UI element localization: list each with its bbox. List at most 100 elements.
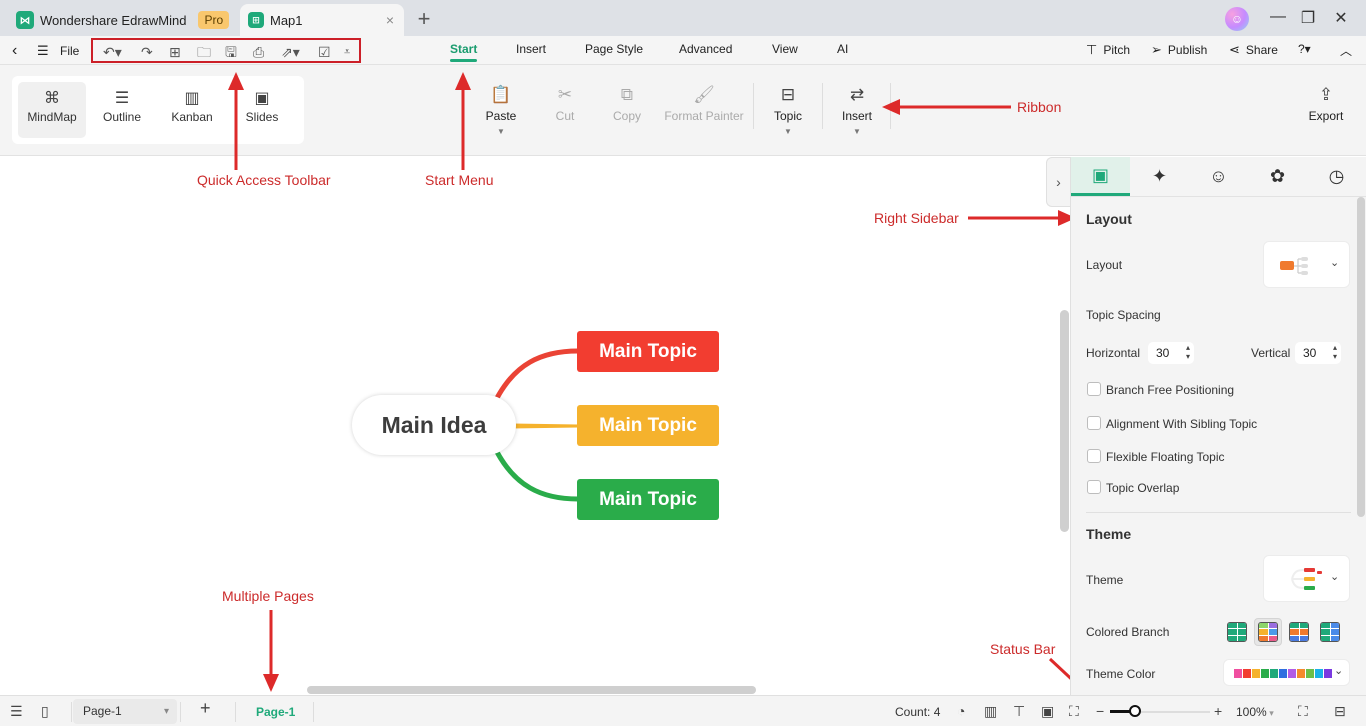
pro-badge: Pro xyxy=(198,11,230,29)
zoom-out-button[interactable]: − xyxy=(1096,703,1104,719)
pitch-button[interactable]: ⊤ Pitch xyxy=(1086,42,1130,58)
page-panel-icon[interactable]: ▯ xyxy=(41,703,49,719)
topic-button[interactable]: ⊟ Topic ▼ xyxy=(771,85,805,136)
colored-branch-option[interactable] xyxy=(1316,618,1344,646)
collapse-ribbon-icon[interactable]: ︿ xyxy=(1340,42,1352,59)
tab-ai[interactable]: AI xyxy=(837,42,848,56)
zoom-level-dropdown[interactable]: 100% ▾ xyxy=(1236,704,1274,721)
user-avatar-icon[interactable]: ☺ xyxy=(1225,7,1249,31)
paste-dropdown-icon[interactable]: ▼ xyxy=(484,127,518,136)
slides-view-button[interactable]: ▣ Slides xyxy=(228,82,296,138)
zoom-slider[interactable] xyxy=(1110,705,1210,717)
book-view-icon[interactable]: ▥ xyxy=(984,703,997,719)
colored-branch-option[interactable] xyxy=(1223,618,1251,646)
horizontal-spacing-stepper[interactable]: 30 xyxy=(1148,342,1194,364)
fit-page-icon[interactable]: ▣ xyxy=(1041,703,1054,719)
alignment-sibling-checkbox[interactable] xyxy=(1087,416,1101,430)
mindmap-canvas[interactable] xyxy=(0,157,1070,695)
task-icon[interactable]: ☑ xyxy=(318,44,331,60)
publish-button[interactable]: ➢ Publish xyxy=(1151,42,1207,58)
close-tab-icon[interactable]: × xyxy=(386,12,394,28)
help-icon[interactable]: ?▾ xyxy=(1298,42,1311,56)
copy-button[interactable]: ⧉ Copy xyxy=(610,85,644,123)
new-file-icon[interactable]: ⊞ xyxy=(169,44,181,60)
app-tab[interactable]: ⋈ Wondershare EdrawMind Pro xyxy=(8,4,230,36)
kanban-view-button[interactable]: ▥ Kanban xyxy=(158,82,226,138)
customize-toolbar-icon[interactable]: ⩡ xyxy=(344,44,350,60)
tab-insert[interactable]: Insert xyxy=(516,42,546,56)
annotation-ribbon: Ribbon xyxy=(1017,99,1062,115)
zoom-slider-handle[interactable] xyxy=(1129,705,1141,717)
insert-dropdown-icon[interactable]: ▼ xyxy=(839,127,875,136)
theme-mode-icon[interactable]: ◔ xyxy=(957,703,965,719)
cut-button[interactable]: ✂ Cut xyxy=(550,85,580,123)
colored-branch-option[interactable] xyxy=(1285,618,1313,646)
redo-icon[interactable]: ↷ xyxy=(141,44,153,60)
fullscreen-icon[interactable]: ⛶ xyxy=(1298,703,1308,719)
tab-advanced[interactable]: Advanced xyxy=(679,42,732,56)
annotation-right-sidebar: Right Sidebar xyxy=(874,210,959,226)
chevron-down-icon: ⌄ xyxy=(1334,665,1344,677)
paste-button[interactable]: 📋 Paste ▼ xyxy=(484,85,518,136)
open-folder-icon[interactable]: 🗀 xyxy=(197,44,211,60)
outline-pane-icon[interactable]: ☰ xyxy=(10,703,23,719)
export-icon[interactable]: ⇗▾ xyxy=(281,44,300,60)
tab-start[interactable]: Start xyxy=(450,42,478,62)
document-tab[interactable]: ⊞ Map1 × xyxy=(240,4,404,36)
topic-overlap-checkbox[interactable] xyxy=(1087,480,1101,494)
mark-icon[interactable]: ☺ xyxy=(1189,157,1248,196)
close-window-button[interactable]: ✕ xyxy=(1331,8,1351,28)
add-page-button[interactable]: + xyxy=(200,699,211,717)
layout-section-title: Layout xyxy=(1086,211,1132,227)
layout-dropdown[interactable]: ⌄ xyxy=(1263,241,1350,288)
sidebar-scrollbar[interactable] xyxy=(1357,197,1365,517)
hamburger-menu-icon[interactable]: ☰ xyxy=(37,42,49,60)
colored-branch-label: Colored Branch xyxy=(1086,625,1170,639)
insert-button[interactable]: ⇄ Insert ▼ xyxy=(839,85,875,136)
page-tab-active[interactable]: Page-1 xyxy=(256,704,295,720)
annotation-quick-access-toolbar: Quick Access Toolbar xyxy=(197,172,331,188)
clipart-icon[interactable]: ✿ xyxy=(1248,157,1307,196)
save-icon[interactable]: 🖫 xyxy=(225,44,237,60)
branch-free-positioning-checkbox[interactable] xyxy=(1087,382,1101,396)
pitch-label: Pitch xyxy=(1103,43,1131,57)
fit-width-icon[interactable]: ⊟ xyxy=(1334,703,1346,719)
theme-color-swatch xyxy=(1297,669,1305,678)
theme-dropdown[interactable]: ⌄ xyxy=(1263,555,1350,602)
main-topic-node[interactable]: Main Topic xyxy=(577,331,719,372)
restore-button[interactable]: ❐ xyxy=(1298,8,1318,28)
mindmap-view-button[interactable]: ⌘ MindMap xyxy=(18,82,86,138)
ribbon: ⌘ MindMap ☰ Outline ▥ Kanban ▣ Slides 📋 … xyxy=(0,65,1366,156)
collapse-sidebar-button[interactable]: › xyxy=(1046,157,1070,207)
export-button[interactable]: ⇪ Export xyxy=(1305,85,1347,123)
tab-view[interactable]: View xyxy=(772,42,798,56)
topic-dropdown-icon[interactable]: ▼ xyxy=(771,127,805,136)
flexible-floating-checkbox[interactable] xyxy=(1087,449,1101,463)
canvas-vertical-scrollbar[interactable] xyxy=(1060,310,1069,532)
vertical-spacing-stepper[interactable]: 30 xyxy=(1295,342,1341,364)
outline-view-button[interactable]: ☰ Outline xyxy=(88,82,156,138)
print-icon[interactable]: ⎙ xyxy=(253,44,264,60)
main-topic-node[interactable]: Main Topic xyxy=(577,405,719,446)
colored-branch-option-selected[interactable] xyxy=(1254,618,1282,646)
fullscreen-fit-icon[interactable]: ⛶ xyxy=(1069,703,1079,719)
format-painter-button[interactable]: 🖌 Format Painter xyxy=(664,85,744,123)
layout-panel-icon[interactable]: ▣ xyxy=(1071,157,1130,196)
file-menu[interactable]: File xyxy=(60,42,79,60)
back-icon[interactable]: ‹ xyxy=(12,42,17,60)
new-tab-button[interactable]: + xyxy=(414,6,434,32)
zoom-in-button[interactable]: + xyxy=(1214,703,1222,719)
status-divider xyxy=(180,702,181,722)
main-idea-node[interactable]: Main Idea xyxy=(352,395,516,455)
share-button[interactable]: ⋖ Share xyxy=(1229,42,1278,58)
theme-color-dropdown[interactable]: ⌄ xyxy=(1223,659,1350,686)
ai-sparkle-icon[interactable]: ✦ xyxy=(1130,157,1189,196)
tab-page-style[interactable]: Page Style xyxy=(585,42,643,56)
main-topic-node[interactable]: Main Topic xyxy=(577,479,719,520)
undo-icon[interactable]: ↶▾ xyxy=(103,44,122,60)
history-icon[interactable]: ◷ xyxy=(1307,157,1366,196)
minimize-button[interactable]: — xyxy=(1268,8,1288,26)
canvas-horizontal-scrollbar[interactable] xyxy=(307,686,756,694)
presentation-icon[interactable]: ⊤ xyxy=(1013,703,1025,719)
page-select-dropdown[interactable]: Page-1 xyxy=(73,699,177,724)
